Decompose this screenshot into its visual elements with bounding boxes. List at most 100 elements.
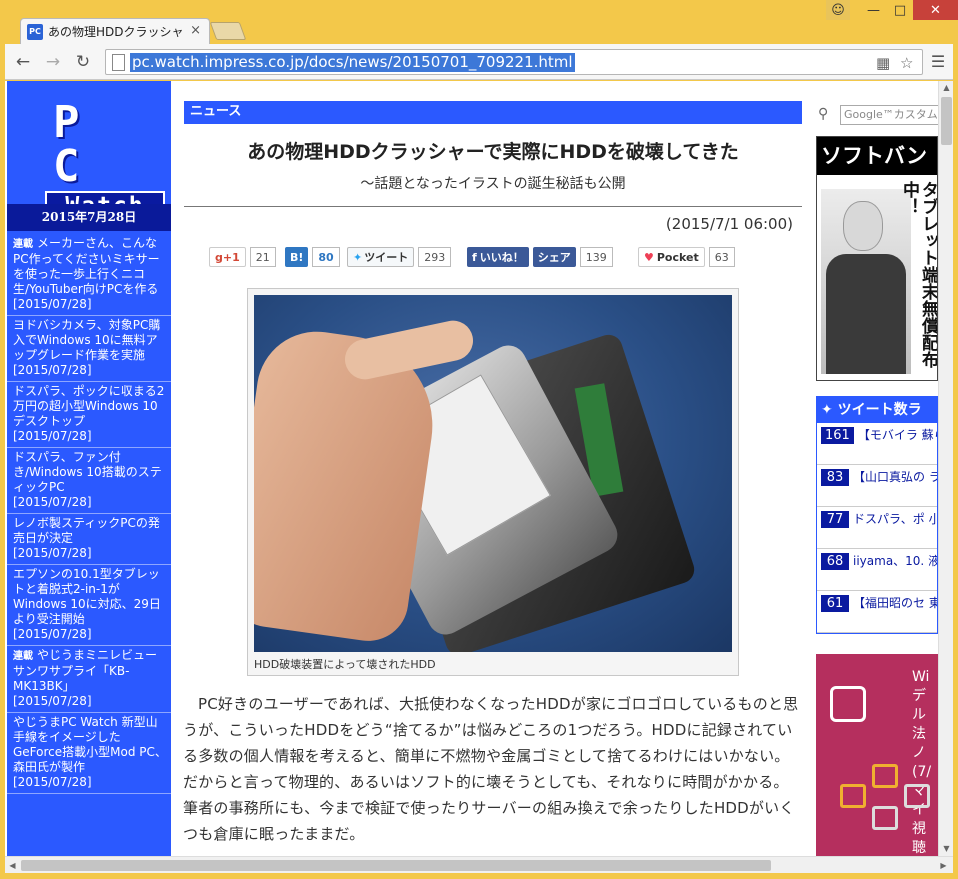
star-icon[interactable]: ☆ [900, 54, 913, 72]
pc-watch-favicon-icon: PC [27, 23, 43, 40]
hatena-share[interactable]: B! 80 [285, 247, 340, 267]
hdd-photo[interactable] [254, 295, 732, 652]
tweet-ranking-headline[interactable]: ドスパラ、ポ 小型Window [853, 511, 937, 548]
facebook-share-button[interactable]: シェア [532, 247, 576, 267]
tweet-ranking-item[interactable]: 77ドスパラ、ポ 小型Window [817, 507, 937, 549]
news-headline[interactable]: ドスパラ、ポックに収まる2万円の超小型Windows 10デスクトップ [13, 384, 164, 428]
pocket-button[interactable]: ♥ Pocket [638, 247, 705, 267]
security-ad-text: Wi デル 法ノ (7/ マイ 視聴 [912, 669, 932, 856]
tweet-label: ツイート [364, 251, 409, 264]
maximize-button[interactable]: □ [887, 0, 913, 20]
address-bar[interactable]: pc.watch.impress.co.jp/docs/news/2015070… [105, 49, 923, 75]
scroll-left-icon[interactable]: ◀ [5, 857, 20, 874]
tab-close-icon[interactable]: × [190, 23, 201, 38]
sidebar-news-item[interactable]: レノボ製スティックPCの発売日が決定 [2015/07/28] [7, 514, 171, 565]
tweet-ranking-item[interactable]: 83【山口真弘の ライ】マウス [817, 465, 937, 507]
user-profile-icon[interactable]: ☺ [826, 0, 850, 20]
scroll-down-icon[interactable]: ▼ [939, 842, 953, 856]
scroll-up-icon[interactable]: ▲ [939, 81, 953, 95]
gplus-button[interactable]: g+1 [209, 247, 246, 267]
forward-arrow-icon[interactable]: → [41, 50, 65, 74]
tweet-count-badge: 77 [821, 511, 849, 528]
news-date: [2015/07/28] [13, 429, 92, 443]
title-divider [184, 206, 802, 207]
news-headline[interactable]: やじうまミニレビューサンワサプライ「KB-MK13BK」 [13, 648, 157, 693]
news-date: [2015/07/28] [13, 546, 92, 560]
server-icon [830, 686, 866, 722]
article-title: あの物理HDDクラッシャーで実際にHDDを破壊してきた [247, 141, 739, 163]
tweet-count-badge: 61 [821, 595, 849, 612]
hatena-button[interactable]: B! [285, 247, 309, 267]
lock-icon [872, 764, 898, 788]
pocket-share[interactable]: ♥ Pocket 63 [638, 247, 735, 267]
sidebar-news-item[interactable]: エプソンの10.1型タブレットと着脱式2-in-1がWindows 10に対応、… [7, 565, 171, 646]
hscroll-thumb[interactable] [21, 860, 771, 871]
sidebar-news-item[interactable]: ヨドバシカメラ、対象PC購入でWindows 10に無料アップグレード作業を実施… [7, 316, 171, 382]
tweet-share[interactable]: ✦ ツイート 293 [347, 247, 452, 267]
tweet-button[interactable]: ✦ ツイート [347, 247, 415, 267]
search-input[interactable]: Google™カスタム検 [840, 105, 938, 125]
gplus-share[interactable]: g+1 21 [209, 247, 276, 267]
news-date: [2015/07/28] [13, 775, 92, 789]
browser-tab[interactable]: PC あの物理HDDクラッシャ × [20, 18, 210, 44]
tweet-ranking-headline[interactable]: 【モバイラ 蘇らせる】 [858, 427, 937, 464]
page-icon [112, 54, 125, 71]
reload-icon[interactable]: ↻ [71, 50, 95, 74]
tweet-ranking-headline[interactable]: 【福田昭のセ 東芝の「不適 [853, 595, 937, 632]
suit-shape [826, 254, 906, 374]
new-tab-button[interactable] [209, 22, 247, 40]
news-headline[interactable]: メーカーさん、こんなPC作ってくださいミキサーを使った一歩上行くニコ生/YouT… [13, 236, 160, 296]
translate-icon[interactable]: ▦ [876, 54, 890, 72]
pocket-icon: ♥ [644, 250, 654, 264]
news-tag: 連載 [13, 651, 33, 662]
tweet-ranking-headline[interactable]: iiyama、10. 液晶 [853, 553, 937, 590]
tweet-ranking: ✦ ツイート数ラ 161【モバイラ 蘇らせる】83【山口真弘の ライ】マウス77… [816, 396, 938, 634]
hatena-count: 80 [312, 247, 340, 267]
facebook-like-button[interactable]: f いいね！ [467, 247, 529, 267]
news-headline[interactable]: ドスパラ、ファン付き/Windows 10搭載のスティックPC [13, 450, 162, 494]
sidebar-news-item[interactable]: ドスパラ、ファン付き/Windows 10搭載のスティックPC [2015/07/… [7, 448, 171, 514]
vertical-scrollbar[interactable]: ▲ ▼ [938, 81, 953, 856]
horizontal-scrollbar[interactable]: ◀ ▶ [5, 856, 953, 873]
search-icon[interactable]: ⚲ [818, 106, 828, 122]
minimize-button[interactable]: — [860, 0, 887, 20]
logo-pc-text: P C [53, 97, 98, 192]
pc-watch-logo[interactable]: P C Watch [45, 101, 165, 221]
article-subtitle: ～話題となったイラストの誕生秘話も公開 [360, 176, 626, 192]
news-date: [2015/07/28] [13, 297, 92, 311]
tweet-ranking-item[interactable]: 68iiyama、10. 液晶 [817, 549, 937, 591]
facebook-icon: f [472, 250, 477, 264]
back-arrow-icon[interactable]: ← [11, 50, 35, 74]
scroll-right-icon[interactable]: ▶ [936, 857, 951, 874]
news-headline[interactable]: ヨドバシカメラ、対象PC購入でWindows 10に無料アップグレード作業を実施 [13, 318, 160, 362]
sidebar-news-item[interactable]: 連載 やじうまミニレビューサンワサプライ「KB-MK13BK」 [2015/07/2… [7, 646, 171, 713]
face-shape [843, 201, 883, 251]
softbank-ad[interactable]: ソフトバン タブレット端末無償配布中！ [816, 136, 938, 381]
news-headline[interactable]: エプソンの10.1型タブレットと着脱式2-in-1がWindows 10に対応、… [13, 567, 161, 626]
browser-toolbar: ← → ↻ pc.watch.impress.co.jp/docs/news/2… [5, 44, 953, 80]
window-close-button[interactable]: ✕ [913, 0, 958, 20]
tweet-ranking-item[interactable]: 61【福田昭のセ 東芝の「不適 [817, 591, 937, 633]
ad-person-image [821, 189, 911, 374]
tweet-count-badge: 83 [821, 469, 849, 486]
sidebar-news-item[interactable]: ドスパラ、ポックに収まる2万円の超小型Windows 10デスクトップ [2015… [7, 382, 171, 448]
tweet-count: 293 [418, 247, 452, 267]
menu-icon[interactable]: ☰ [929, 52, 947, 71]
news-headline[interactable]: レノボ製スティックPCの発売日が決定 [13, 516, 160, 545]
url-text[interactable]: pc.watch.impress.co.jp/docs/news/2015070… [130, 53, 575, 72]
section-header: ニュース [184, 101, 802, 124]
facebook-share[interactable]: f いいね！ シェア 139 [467, 247, 613, 267]
scroll-thumb[interactable] [941, 97, 952, 145]
tweet-ranking-headline[interactable]: 【山口真弘の ライ】マウス [853, 469, 937, 506]
sidebar-news-item[interactable]: やじうまPC Watch 新型山手線をイメージしたGeForce搭載小型Mod … [7, 713, 171, 794]
news-headline[interactable]: やじうまPC Watch 新型山手線をイメージしたGeForce搭載小型Mod … [13, 715, 167, 774]
tweet-count-badge: 161 [821, 427, 854, 444]
lock-icon [840, 784, 866, 808]
security-ad[interactable]: Wi デル 法ノ (7/ マイ 視聴 [816, 654, 938, 856]
tweet-ranking-item[interactable]: 161【モバイラ 蘇らせる】 [817, 423, 937, 465]
news-date: [2015/07/28] [13, 694, 92, 708]
pocket-label: Pocket [656, 250, 699, 264]
image-caption: HDD破壊装置によって壊されたHDD [254, 658, 436, 671]
sidebar-news-item[interactable]: 連載 メーカーさん、こんなPC作ってくださいミキサーを使った一歩上行くニコ生/Yo… [7, 234, 171, 316]
facebook-count: 139 [579, 247, 613, 267]
